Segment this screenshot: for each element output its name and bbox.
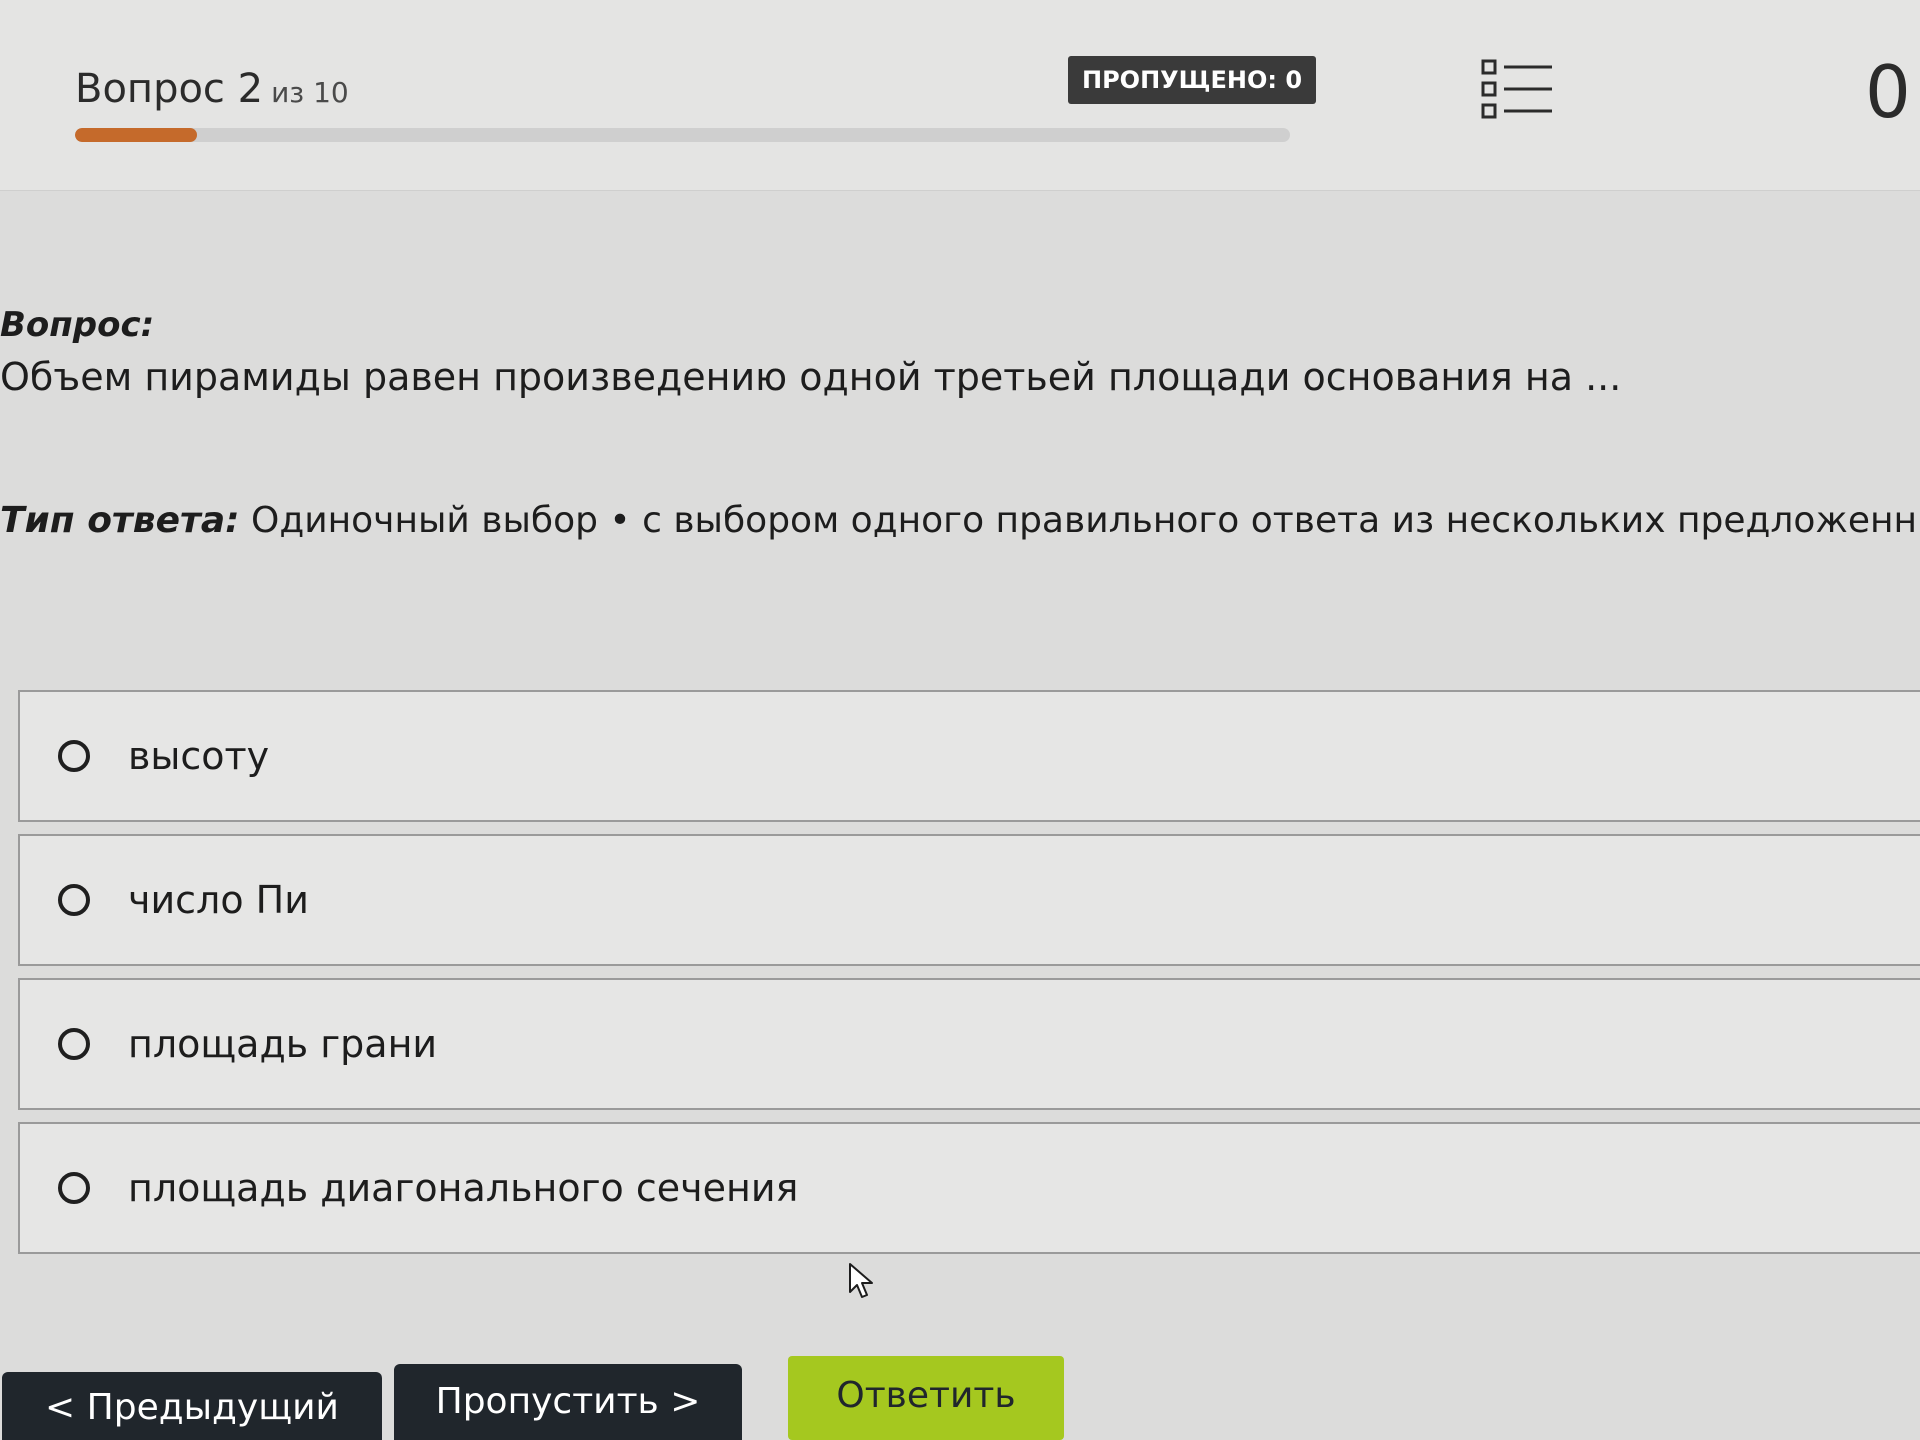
list-icon[interactable] (1480, 58, 1554, 120)
quiz-page: Вопрос 2 из 10 ПРОПУЩЕНО: 0 0 Вопрос: Объ… (0, 0, 1920, 1440)
answer-options: высоту число Пи площадь грани площадь ди… (18, 690, 1920, 1266)
radio-button[interactable] (58, 884, 90, 916)
question-counter: Вопрос 2 из 10 (75, 66, 349, 112)
answer-type-label: Тип ответа: (0, 500, 240, 541)
answer-button[interactable]: Ответить (788, 1356, 1064, 1440)
answer-option-label: число Пи (128, 878, 309, 922)
answer-type: Тип ответа: Одиночный выбор • с выбором … (0, 500, 1920, 541)
answer-option[interactable]: площадь диагонального сечения (18, 1122, 1920, 1254)
previous-button[interactable]: < Предыдущий (2, 1372, 382, 1440)
skipped-count-badge: ПРОПУЩЕНО: 0 (1068, 56, 1317, 104)
skip-button[interactable]: Пропустить > (394, 1364, 742, 1440)
question-label: Вопрос: (0, 305, 155, 345)
timer: 0 (1865, 50, 1911, 134)
progress-bar (75, 128, 1290, 142)
radio-button[interactable] (58, 1172, 90, 1204)
question-text: Объем пирамиды равен произведению одной … (0, 355, 1622, 399)
radio-button[interactable] (58, 740, 90, 772)
progress-bar-fill (75, 128, 197, 142)
answer-option-label: площадь грани (128, 1022, 438, 1066)
answer-option-label: высоту (128, 734, 270, 778)
mouse-cursor-icon (849, 1263, 873, 1298)
question-number: Вопрос 2 (75, 66, 264, 112)
answer-option[interactable]: число Пи (18, 834, 1920, 966)
radio-button[interactable] (58, 1028, 90, 1060)
question-total: из 10 (271, 76, 349, 109)
answer-option-label: площадь диагонального сечения (128, 1166, 799, 1210)
answer-type-value: Одиночный выбор • с выбором одного прави… (251, 500, 1920, 541)
quiz-header: Вопрос 2 из 10 ПРОПУЩЕНО: 0 0 (0, 0, 1920, 191)
answer-option[interactable]: высоту (18, 690, 1920, 822)
answer-option[interactable]: площадь грани (18, 978, 1920, 1110)
